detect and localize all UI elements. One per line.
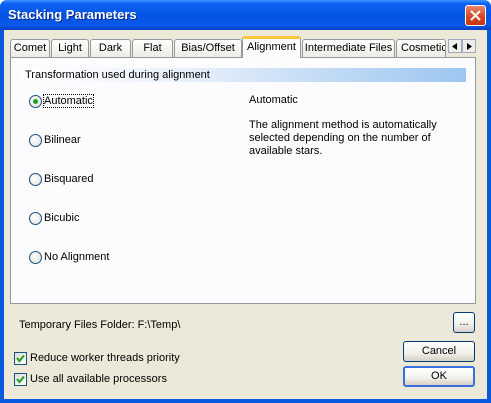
radio-button[interactable] [29, 251, 42, 264]
description-text: The alignment method is automatically se… [249, 119, 437, 157]
checkbox-label: Use all available processors [30, 373, 167, 385]
tab-cosmetic[interactable]: Cosmetic [396, 39, 446, 57]
tab-label: Dark [98, 42, 123, 54]
browse-folder-button[interactable]: ... [453, 312, 475, 333]
radio-label: Automatic [43, 94, 94, 108]
temp-folder-label: Temporary Files Folder: F:\Temp\ [19, 319, 181, 331]
tab-label: Bias/Offset [181, 42, 235, 54]
radio-button[interactable] [29, 134, 42, 147]
tab-label: Intermediate Files [304, 42, 393, 54]
ok-button[interactable]: OK [403, 366, 475, 387]
tab-label: Light [58, 42, 82, 54]
tab-comet[interactable]: Comet [10, 39, 50, 57]
all-processors-checkbox[interactable] [14, 373, 27, 386]
tab-alignment[interactable]: Alignment [242, 36, 301, 58]
tab-bias-offset[interactable]: Bias/Offset [174, 39, 242, 57]
checkbox-label: Reduce worker threads priority [30, 352, 180, 364]
alignment-panel: Transformation used during alignment Aut… [10, 57, 476, 304]
close-button[interactable] [465, 5, 486, 26]
description-title: Automatic [249, 94, 298, 106]
radio-label: Bisquared [44, 173, 94, 185]
radio-button[interactable] [29, 173, 42, 186]
tab-light[interactable]: Light [51, 39, 89, 57]
title-bar[interactable]: Stacking Parameters [0, 0, 491, 30]
tab-label: Flat [143, 42, 162, 54]
reduce-priority-checkbox[interactable] [14, 352, 27, 365]
radio-label: No Alignment [44, 251, 110, 263]
arrow-left-icon [452, 43, 457, 50]
tab-label: Alignment [247, 41, 296, 53]
stacking-parameters-window: Stacking Parameters Comet Light Dark Fla… [0, 0, 491, 403]
radio-label: Bicubic [44, 212, 80, 224]
tab-label: Comet [13, 42, 47, 54]
window-title: Stacking Parameters [8, 7, 137, 22]
tab-flat[interactable]: Flat [132, 39, 173, 57]
cancel-button[interactable]: Cancel [403, 341, 475, 362]
arrow-right-icon [467, 43, 472, 50]
tab-dark[interactable]: Dark [90, 39, 131, 57]
tab-scroll-right-button[interactable] [462, 39, 476, 53]
radio-label: Bilinear [44, 134, 81, 146]
close-icon [470, 10, 481, 21]
tab-intermediate-files[interactable]: Intermediate Files [302, 39, 395, 57]
tab-scroll-left-button[interactable] [448, 39, 462, 53]
tab-label: Cosmetic [401, 42, 446, 54]
dialog-body: Comet Light Dark Flat Bias/Offset Alignm… [4, 30, 487, 399]
checkmark-icon [16, 375, 25, 384]
radio-selected-dot [33, 99, 38, 104]
radio-button[interactable] [29, 212, 42, 225]
radio-button[interactable] [29, 95, 42, 108]
checkmark-icon [16, 354, 25, 363]
transformation-group-title: Transformation used during alignment [22, 68, 466, 82]
